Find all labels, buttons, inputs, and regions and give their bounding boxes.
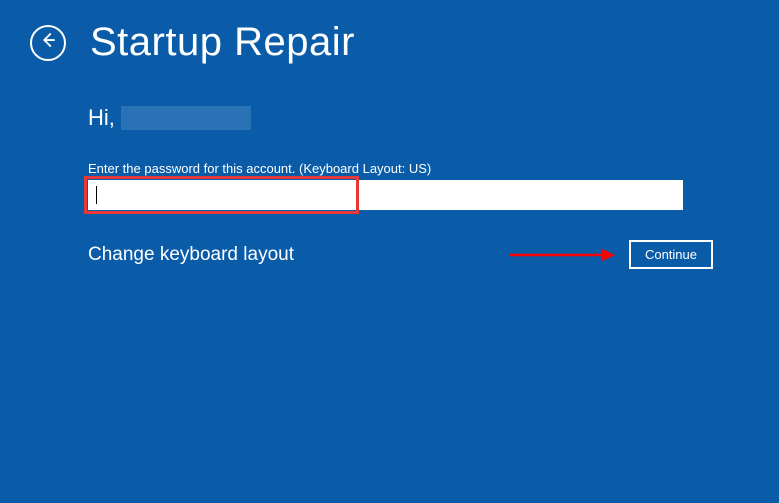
annotation-arrow-icon: [507, 245, 617, 265]
continue-button[interactable]: Continue: [629, 240, 713, 269]
page-title: Startup Repair: [90, 20, 355, 65]
back-button[interactable]: [30, 25, 66, 61]
header: Startup Repair: [0, 0, 779, 75]
password-input[interactable]: [88, 180, 683, 210]
bottom-row: Change keyboard layout Continue: [88, 240, 713, 269]
change-keyboard-layout-link[interactable]: Change keyboard layout: [88, 244, 294, 266]
password-field-wrapper: [88, 180, 691, 210]
right-controls: Continue: [507, 240, 713, 269]
password-label: Enter the password for this account. (Ke…: [88, 161, 691, 176]
text-cursor: [96, 186, 97, 204]
back-arrow-icon: [39, 31, 57, 54]
main-content: Hi, Enter the password for this account.…: [0, 75, 779, 269]
greeting-prefix: Hi,: [88, 105, 115, 131]
greeting-username: [121, 106, 251, 130]
greeting: Hi,: [88, 105, 691, 131]
